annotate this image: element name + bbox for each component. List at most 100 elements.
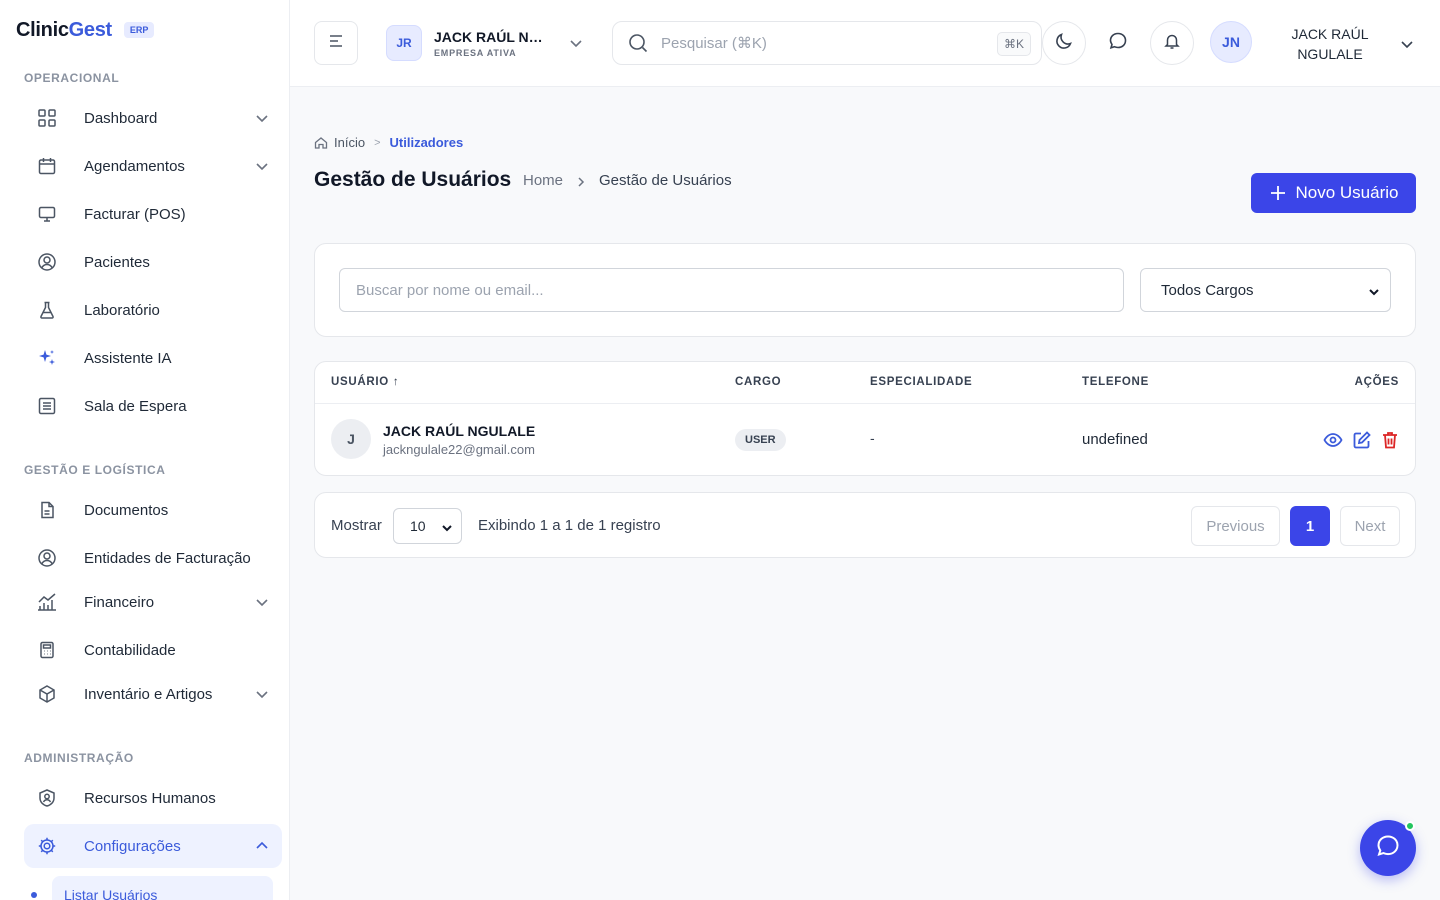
sidebar-item-label: Assistente IA: [84, 349, 172, 367]
moon-icon: [1054, 31, 1074, 56]
chevron-down-icon[interactable]: [254, 686, 270, 702]
breadcrumb-home-link[interactable]: Início: [334, 135, 365, 150]
logo-text-a: Clinic: [16, 18, 69, 41]
sidebar-item-label: Facturar (POS): [84, 205, 186, 223]
sidebar-item-financeiro[interactable]: Financeiro: [24, 580, 282, 624]
new-user-button[interactable]: Novo Usuário: [1251, 173, 1416, 213]
chevron-down-icon[interactable]: [254, 158, 270, 174]
search-shortcut-badge: ⌘K: [996, 32, 1031, 56]
user-circle-icon: [36, 547, 58, 569]
sidebar-item-label: Financeiro: [84, 593, 155, 611]
subtitle-home-link[interactable]: Home: [523, 172, 563, 189]
company-switcher[interactable]: JR JACK RAÚL NGULALE EMPRESA ATIVA: [386, 24, 584, 62]
chevron-down-icon: [568, 35, 584, 51]
sidebar-item-dashboard[interactable]: Dashboard: [24, 96, 282, 140]
sidebar-subitem-listar-usuarios[interactable]: Listar Usuários: [52, 876, 273, 900]
app-logo[interactable]: ClinicGest ERP: [16, 18, 155, 42]
global-search[interactable]: ⌘K: [612, 21, 1042, 65]
sidebar-item-label: Dashboard: [84, 109, 158, 127]
chevron-down-icon[interactable]: [1399, 36, 1415, 52]
chat-icon: [1108, 31, 1128, 56]
grid-icon: [36, 107, 58, 129]
user-name[interactable]: JACK RAÚL NGULALE: [1280, 24, 1380, 64]
sidebar-item-facturar[interactable]: Facturar (POS): [24, 192, 282, 236]
sidebar-item-label: Inventário e Artigos: [84, 685, 213, 703]
page-title: Gestão de Usuários: [314, 168, 512, 191]
phone-cell: undefined: [1082, 431, 1148, 448]
logo-text-b: Gest: [68, 18, 113, 41]
messages-button[interactable]: [1096, 21, 1140, 65]
user-name-cell: JACK RAÚL NGULALE: [383, 423, 536, 439]
edit-pencil-icon[interactable]: [1352, 430, 1372, 450]
delete-trash-icon[interactable]: [1380, 430, 1400, 450]
next-page-button[interactable]: Next: [1340, 506, 1400, 546]
sidebar-item-label: Entidades de Facturação: [84, 549, 251, 567]
chevron-up-icon[interactable]: [254, 838, 270, 854]
sidebar-item-label: Pacientes: [84, 253, 150, 271]
chevron-down-icon: [441, 521, 453, 533]
user-avatar[interactable]: JN: [1210, 21, 1252, 63]
sidebar-item-agendamentos[interactable]: Agendamentos: [24, 144, 282, 188]
sidebar-item-assistente-ia[interactable]: Assistente IA: [24, 336, 282, 380]
user-circle-icon: [36, 251, 58, 273]
document-icon: [36, 499, 58, 521]
breadcrumb: Início > Utilizadores: [314, 135, 463, 150]
sidebar-item-label: Sala de Espera: [84, 397, 187, 415]
erp-badge: ERP: [123, 22, 155, 38]
pagination-info: Exibindo 1 a 1 de 1 registro: [478, 517, 661, 534]
sidebar-item-recursos-humanos[interactable]: Recursos Humanos: [24, 776, 282, 820]
theme-toggle-button[interactable]: [1042, 21, 1086, 65]
previous-page-button[interactable]: Previous: [1191, 506, 1280, 546]
active-indicator-dot: [31, 892, 37, 898]
top-header: JR JACK RAÚL NGULALE EMPRESA ATIVA ⌘K JN…: [290, 0, 1440, 87]
section-title-gestao: GESTÃO E LOGÍSTICA: [24, 463, 166, 477]
sidebar-item-label: Recursos Humanos: [84, 789, 216, 807]
new-user-button-label: Novo Usuário: [1295, 183, 1399, 202]
sidebar-item-entidades[interactable]: Entidades de Facturação: [24, 536, 282, 580]
breadcrumb-current: Utilizadores: [389, 135, 464, 150]
column-header-acoes: AÇÕES: [1354, 376, 1399, 388]
sidebar-item-pacientes[interactable]: Pacientes: [24, 240, 282, 284]
list-icon: [36, 395, 58, 417]
view-eye-icon[interactable]: [1323, 430, 1343, 450]
chevron-right-icon: [576, 175, 586, 187]
global-search-input[interactable]: [661, 34, 981, 52]
breadcrumb-separator: >: [374, 136, 381, 149]
menu-icon: [327, 32, 345, 55]
online-status-dot: [1405, 821, 1415, 831]
box-icon: [36, 683, 58, 705]
notifications-button[interactable]: [1150, 21, 1194, 65]
sidebar-toggle-button[interactable]: [314, 21, 358, 65]
bell-icon: [1163, 32, 1181, 55]
company-status: EMPRESA ATIVA: [434, 47, 517, 58]
users-table: USUÁRIO ↑ CARGO ESPECIALIDADE TELEFONE A…: [314, 361, 1416, 476]
page-size-select[interactable]: 10: [393, 508, 462, 544]
chevron-down-icon[interactable]: [254, 594, 270, 610]
page-1-button[interactable]: 1: [1290, 506, 1330, 546]
company-avatar: JR: [386, 25, 422, 61]
page-size-label: Mostrar: [331, 517, 382, 534]
subtitle-current: Gestão de Usuários: [599, 172, 732, 189]
pagination-bar: Mostrar 10 Exibindo 1 a 1 de 1 registro …: [314, 492, 1416, 558]
gear-icon: [36, 835, 58, 857]
user-search-input[interactable]: [339, 268, 1124, 312]
sidebar-item-configuracoes[interactable]: Configurações: [24, 824, 282, 868]
column-header-especialidade: ESPECIALIDADE: [870, 376, 973, 388]
column-header-telefone: TELEFONE: [1082, 376, 1149, 388]
sidebar-item-label: Laboratório: [84, 301, 160, 319]
role-filter-value: Todos Cargos: [1161, 281, 1254, 299]
column-header-usuario[interactable]: USUÁRIO ↑: [331, 376, 399, 388]
sidebar-item-contabilidade[interactable]: Contabilidade: [24, 628, 282, 672]
chevron-down-icon[interactable]: [254, 110, 270, 126]
sidebar-item-laboratorio[interactable]: Laboratório: [24, 288, 282, 332]
user-email-cell: jackngulale22@gmail.com: [383, 442, 535, 457]
section-title-operacional: OPERACIONAL: [24, 71, 120, 85]
monitor-icon: [36, 203, 58, 225]
sidebar-item-inventario[interactable]: Inventário e Artigos: [24, 672, 282, 716]
table-header: USUÁRIO ↑ CARGO ESPECIALIDADE TELEFONE A…: [315, 362, 1415, 404]
chat-bubble-icon: [1375, 833, 1401, 864]
sidebar-item-documentos[interactable]: Documentos: [24, 488, 282, 532]
calculator-icon: [36, 639, 58, 661]
role-filter-select[interactable]: Todos Cargos: [1140, 268, 1391, 312]
sidebar-item-sala-espera[interactable]: Sala de Espera: [24, 384, 282, 428]
